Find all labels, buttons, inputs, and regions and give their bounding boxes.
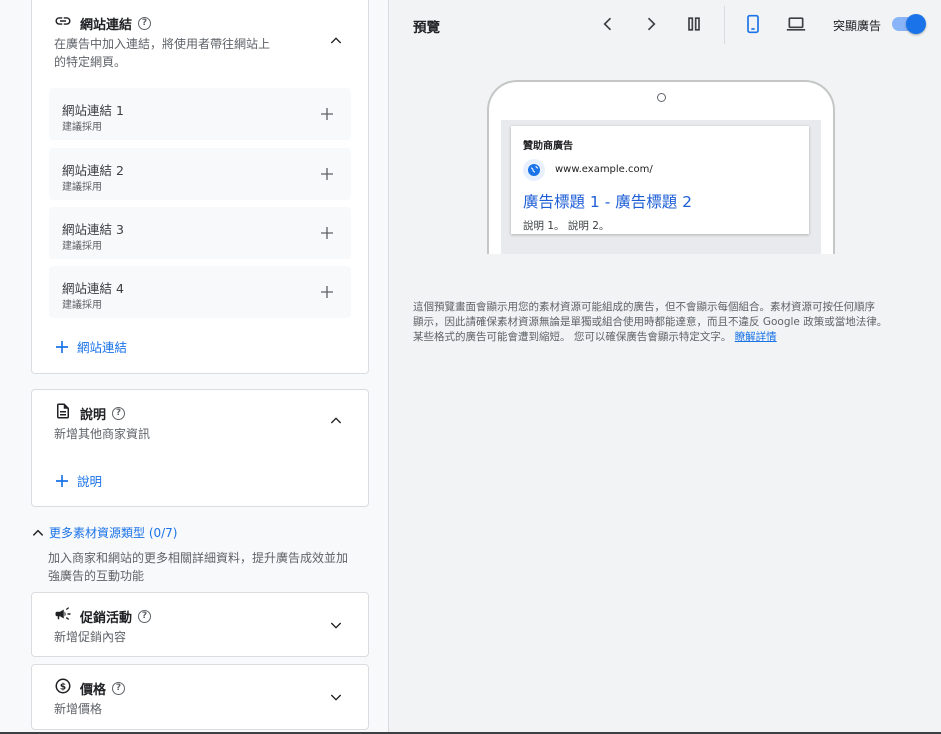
disclaimer-line: 某些格式的廣告可能會遭到縮短。 您可以確保廣告會顯示特定文字。 瞭解詳情 [413,330,913,345]
plus-icon[interactable] [319,225,335,241]
price-description: 新增價格 [54,702,103,716]
add-sitelink-label: 網站連結 [77,340,128,355]
plus-icon [56,340,68,353]
svg-text:$: $ [60,682,66,692]
add-sitelink-button[interactable]: 網站連結 [54,337,127,356]
highlight-ad-label: 突顯廣告 [833,19,882,33]
price-card[interactable]: $ 價格 ? 新增價格 [31,664,369,730]
more-desc-line: 強廣告的互動功能 [48,569,145,583]
add-callout-label: 說明 [77,474,103,489]
plus-icon [56,474,68,487]
sponsored-label: 贊助商廣告 [523,141,573,152]
chevron-down-icon[interactable] [328,617,344,633]
sitelink-item[interactable]: 網站連結 2 建議採用 [49,148,351,200]
more-asset-types-toggle[interactable]: 更多素材資源類型 (0/7) [31,524,178,541]
learn-more-link[interactable]: 瞭解詳情 [735,331,777,343]
help-icon[interactable]: ? [112,406,126,420]
highlight-ad-toggle[interactable] [892,14,926,34]
help-icon[interactable]: ? [112,681,126,695]
promotion-header: 促銷活動 ? [54,605,152,627]
sitelinks-description: 在廣告中加入連結，將使用者帶往網站上 的特定網頁。 [54,35,270,71]
promotion-description: 新增促銷內容 [54,630,127,644]
preview-disclaimer: 這個預覽畫面會顯示用您的素材資源可能組成的廣告，但不會顯示每個組合。素材資源可按… [413,300,913,345]
plus-icon[interactable] [319,106,335,122]
sitelinks-card: 網站連結 ? 在廣告中加入連結，將使用者帶往網站上 的特定網頁。 網站連結 1 … [31,0,369,374]
sitelink-recommended: 建議採用 [62,300,102,311]
asset-panel: 網站連結 ? 在廣告中加入連結，將使用者帶往網站上 的特定網頁。 網站連結 1 … [0,0,389,734]
callouts-description: 新增其他商家資訊 [54,427,151,441]
price-title: 價格 [80,682,107,698]
sitelink-recommended: 建議採用 [62,182,102,193]
sitelink-item[interactable]: 網站連結 1 建議採用 [49,88,351,140]
ad-preview: 贊助商廣告 www.example.com/ 廣告標題 1 - 廣告標題 2 說… [511,126,809,234]
more-asset-types-description: 加入商家和網站的更多相關詳細資料，提升廣告成效並加 強廣告的互動功能 [48,549,373,585]
chevron-left-icon[interactable] [598,14,618,34]
sitelinks-desc-line: 在廣告中加入連結，將使用者帶往網站上 [54,37,271,51]
link-icon [54,12,72,34]
sitelink-item[interactable]: 網站連結 3 建議採用 [49,207,351,259]
sitelink-name: 網站連結 3 [62,222,124,237]
plus-icon[interactable] [319,166,335,182]
sitelink-item[interactable]: 網站連結 4 建議採用 [49,266,351,318]
ad-headline: 廣告標題 1 - 廣告標題 2 [523,193,693,211]
phone-camera [657,93,666,102]
add-callout-button[interactable]: 說明 [54,471,102,490]
preview-title: 預覽 [413,20,440,36]
help-icon[interactable]: ? [138,16,152,30]
callouts-header: 說明 ? [54,402,126,424]
disclaimer-text: 某些格式的廣告可能會遭到縮短。 您可以確保廣告會顯示特定文字。 [413,331,732,343]
document-icon [54,402,72,424]
sitelink-name: 網站連結 2 [62,163,124,178]
disclaimer-line: 這個預覽畫面會顯示用您的素材資源可能組成的廣告，但不會顯示每個組合。素材資源可按… [413,301,875,313]
globe-icon [523,159,545,181]
phone-screen: 贊助商廣告 www.example.com/ 廣告標題 1 - 廣告標題 2 說… [501,120,821,254]
promotion-card[interactable]: 促銷活動 ? 新增促銷內容 [31,592,369,657]
laptop-icon[interactable] [786,14,806,34]
price-header: $ 價格 ? [54,677,126,699]
chevron-up-icon[interactable] [328,33,344,49]
phone-icon[interactable] [743,14,763,34]
callouts-card: 說明 ? 新增其他商家資訊 說明 [31,389,369,507]
chevron-down-icon[interactable] [328,689,344,705]
dollar-icon: $ [54,677,72,699]
more-asset-types-label: 更多素材資源類型 (0/7) [49,526,178,540]
preview-toolbar: 預覽 突顯廣告 [390,0,941,48]
sitelinks-title: 網站連結 [80,17,133,33]
toolbar-divider [724,6,725,44]
chevron-right-icon[interactable] [641,14,661,34]
promotion-title: 促銷活動 [80,610,133,626]
chevron-up-icon[interactable] [328,413,344,429]
pause-icon[interactable] [684,14,704,34]
more-desc-line: 加入商家和網站的更多相關詳細資料，提升廣告成效並加 [48,551,349,565]
sitelink-recommended: 建議採用 [62,122,102,133]
sitelink-name: 網站連結 4 [62,281,124,296]
plus-icon[interactable] [319,284,335,300]
callouts-title: 說明 [80,407,107,423]
chevron-up-icon [32,529,44,536]
sitelinks-desc-line: 的特定網頁。 [54,55,127,69]
megaphone-icon [54,605,72,627]
sitelink-recommended: 建議採用 [62,241,102,252]
toggle-knob [906,14,926,34]
help-icon[interactable]: ? [138,609,152,623]
preview-panel: 預覽 突顯廣告 贊助商廣告 www.example.com/ 廣告標題 1 - … [390,0,941,734]
ad-description: 說明 1。 說明 2。 [523,220,610,232]
phone-frame: 贊助商廣告 www.example.com/ 廣告標題 1 - 廣告標題 2 說… [487,80,835,254]
disclaimer-line: 顯示，因此請確保素材資源無論是單獨或組合使用時都能達意，而且不違反 Google… [413,316,888,328]
sitelink-name: 網站連結 1 [62,103,124,118]
ad-display-url: www.example.com/ [555,164,653,175]
sitelinks-header: 網站連結 ? [54,12,152,34]
